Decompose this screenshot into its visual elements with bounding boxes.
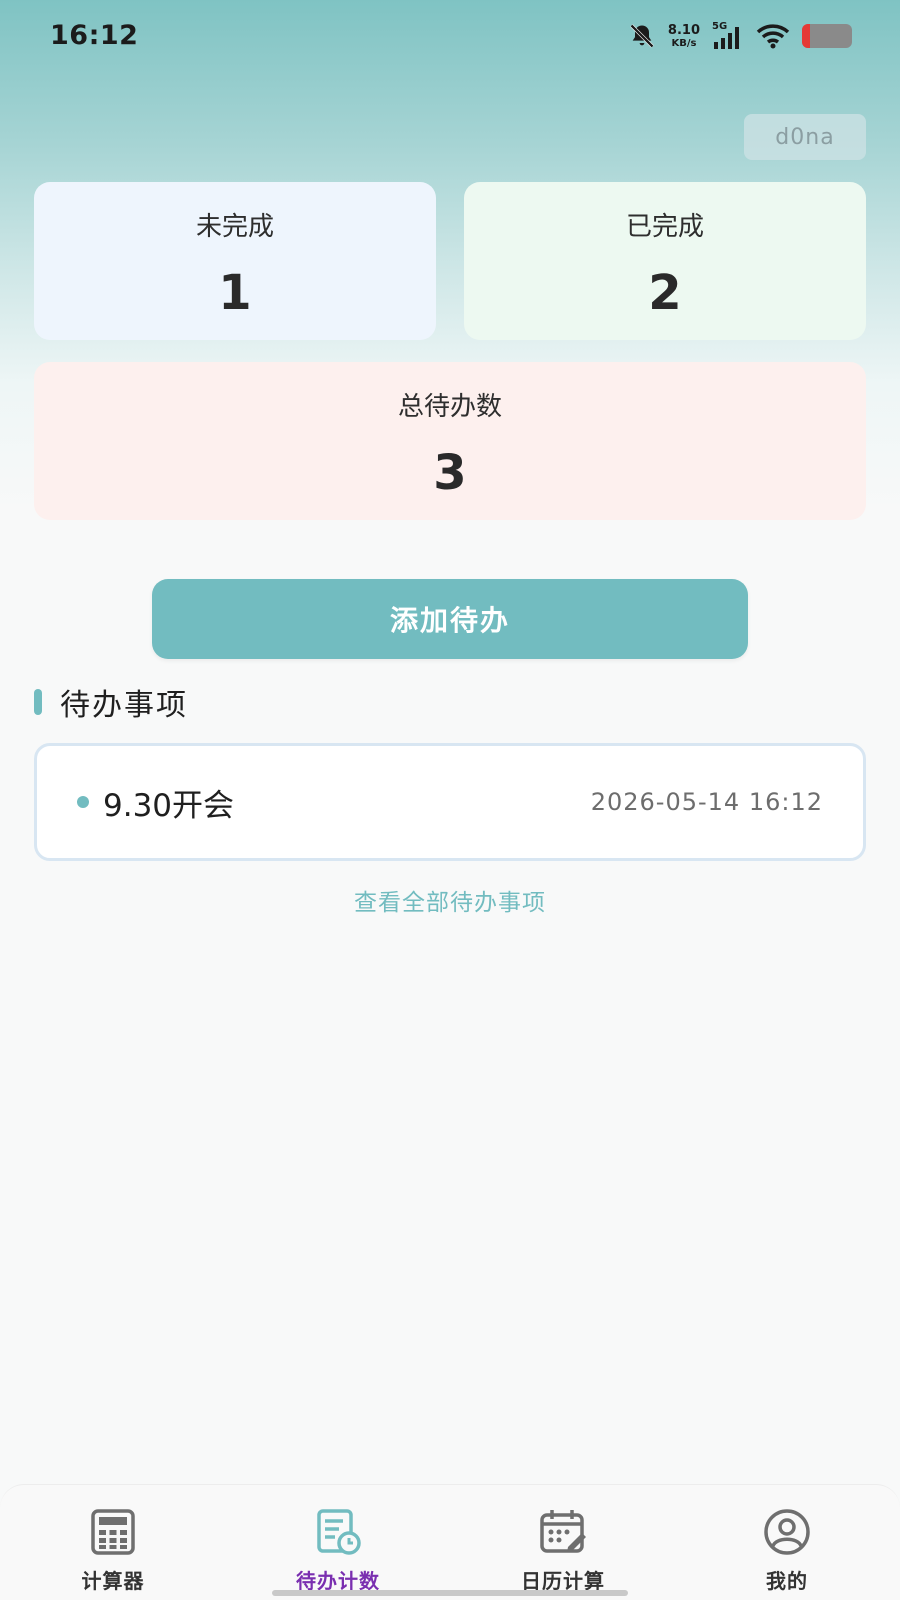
nav-item-todo-count[interactable]: 待办计数 — [258, 1485, 418, 1600]
signal-icon — [714, 27, 739, 49]
view-all-todos-link[interactable]: 查看全部待办事项 — [0, 883, 900, 917]
todo-timestamp: 2026-05-14 16:12 — [590, 788, 823, 816]
battery-icon — [802, 24, 852, 48]
todo-list-icon — [317, 1509, 361, 1555]
total-label: 总待办数 — [397, 392, 502, 422]
incomplete-count: 1 — [218, 265, 252, 321]
completed-label: 已完成 — [625, 212, 704, 242]
nav-item-calculator[interactable]: 计算器 — [33, 1485, 193, 1600]
nav-label-profile: 我的 — [766, 1569, 808, 1593]
net-speed: 8.10 KB/s — [668, 24, 700, 49]
todo-page: 16:12 8.10 KB/s 5G d0na 未完成 1 已完成 2 总待办数… — [0, 0, 900, 1600]
todo-list-item[interactable]: 9.30开会 2026-05-14 16:12 — [34, 743, 866, 861]
signal-indicator: 5G — [712, 21, 744, 50]
nav-label-calculator: 计算器 — [81, 1569, 145, 1593]
net-speed-unit: KB/s — [671, 37, 697, 49]
status-time: 16:12 — [50, 20, 139, 51]
incomplete-count-card[interactable]: 未完成 1 — [34, 182, 436, 340]
user-name-badge[interactable]: d0na — [744, 114, 866, 160]
todo-section-title: 待办事项 — [60, 688, 188, 723]
add-todo-button[interactable]: 添加待办 — [152, 579, 748, 659]
calendar-icon — [540, 1510, 586, 1553]
todo-section-header: 待办事项 — [34, 680, 188, 724]
net-speed-value: 8.10 — [667, 22, 700, 38]
todo-title: 9.30开会 — [103, 787, 235, 824]
bottom-navigation: 计算器 待办计数 日历计算 我的 — [0, 1484, 900, 1600]
incomplete-label: 未完成 — [195, 212, 274, 242]
wifi-icon — [756, 24, 790, 49]
completed-count: 2 — [648, 265, 682, 321]
nav-item-profile[interactable]: 我的 — [707, 1485, 867, 1600]
completed-count-card[interactable]: 已完成 2 — [464, 182, 866, 340]
nav-item-calendar-calc[interactable]: 日历计算 — [483, 1485, 643, 1600]
status-bar: 16:12 8.10 KB/s 5G — [0, 0, 900, 80]
status-icons: 8.10 KB/s 5G — [628, 21, 852, 50]
calculator-icon — [91, 1509, 135, 1555]
total-count: 3 — [433, 445, 467, 501]
bell-muted-icon — [630, 24, 654, 48]
user-profile-icon — [764, 1509, 810, 1555]
total-count-card[interactable]: 总待办数 3 — [34, 362, 866, 520]
home-indicator[interactable] — [272, 1590, 628, 1596]
section-accent-bar — [34, 689, 42, 715]
todo-bullet-icon — [77, 796, 89, 808]
